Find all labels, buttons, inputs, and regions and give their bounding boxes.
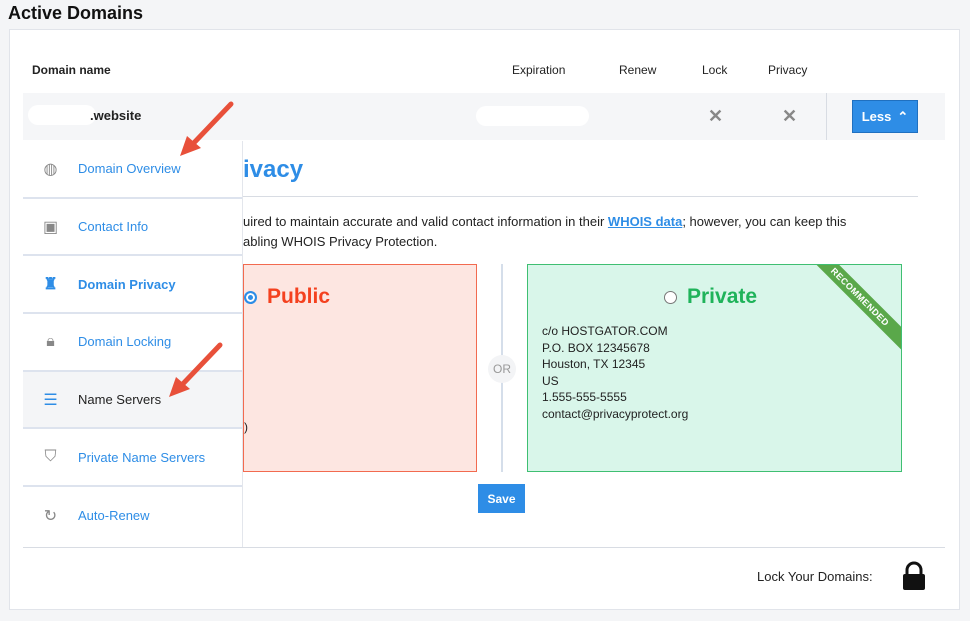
desc-text: uired to maintain accurate and valid con… — [243, 214, 608, 229]
menu-item-domain-privacy[interactable]: ♜ Domain Privacy — [23, 256, 242, 315]
server-icon: ☰ — [43, 391, 58, 409]
shield-icon: ⛉ — [44, 448, 57, 466]
address-line: c/o HOSTGATOR.COM — [542, 324, 668, 338]
menu-label: Name Servers — [78, 392, 162, 408]
divider — [23, 547, 945, 548]
lock-status-x-icon: ✕ — [708, 106, 724, 126]
lock-domains-label: Lock Your Domains: — [757, 569, 873, 584]
header-renew: Renew — [619, 63, 657, 77]
menu-item-contact-info[interactable]: ▣ Contact Info — [23, 199, 242, 257]
page-title: Active Domains — [8, 3, 144, 23]
lock-icon: 🔒︎ — [46, 332, 55, 350]
private-label: Private — [687, 285, 758, 308]
spy-icon: ♜ — [43, 276, 58, 294]
header-domain-name[interactable]: Domain name — [32, 63, 111, 77]
menu-item-private-name-servers[interactable]: ⛉ Private Name Servers — [23, 429, 242, 488]
desc-text: abling WHOIS Privacy Protection. — [243, 234, 438, 249]
private-radio[interactable] — [664, 290, 677, 304]
private-option[interactable]: Private RECOMMENDED c/o HOSTGATOR.COM P.… — [527, 264, 902, 472]
annotation-arrow — [180, 101, 234, 156]
less-button[interactable]: Less ⌃ — [852, 100, 918, 133]
menu-item-auto-renew[interactable]: ↻ Auto-Renew — [23, 487, 242, 545]
refresh-icon: ↻ — [43, 507, 58, 525]
desc-text: ; however, you can keep this — [682, 214, 847, 229]
menu-label: Auto-Renew — [78, 508, 150, 524]
menu-label: Domain Overview — [78, 161, 181, 177]
address-line: P.O. BOX 12345678 — [542, 340, 650, 355]
chevron-up-icon: ⌃ — [897, 108, 909, 124]
save-button[interactable]: Save — [478, 484, 525, 513]
recommended-ribbon: RECOMMENDED — [801, 265, 901, 356]
public-option[interactable]: Public ) — [243, 264, 477, 472]
divider — [826, 93, 827, 140]
menu-label: Contact Info — [78, 219, 149, 235]
header-lock: Lock — [702, 63, 728, 77]
public-radio[interactable] — [244, 290, 257, 304]
menu-label: Domain Privacy — [78, 276, 176, 292]
or-badge: OR — [488, 355, 516, 383]
whois-data-link[interactable]: WHOIS data — [608, 214, 682, 229]
privacy-address: c/o HOSTGATOR.COM P.O. BOX 12345678 Hous… — [542, 323, 688, 422]
section-title: ivacy — [243, 156, 304, 183]
domain-row: .website — [23, 93, 945, 140]
address-line: 1.555-555-5555 — [542, 390, 627, 404]
address-line: contact@privacyprotect.org — [542, 406, 689, 421]
redacted-expiration — [476, 106, 589, 126]
privacy-status-x-icon: ✕ — [782, 106, 798, 126]
header-privacy: Privacy — [768, 63, 808, 77]
menu-label: Domain Locking — [78, 334, 172, 350]
less-label: Less — [861, 109, 892, 124]
privacy-description: uired to maintain accurate and valid con… — [243, 212, 846, 252]
address-line: Houston, TX 12345 — [542, 357, 646, 371]
redacted-domain — [28, 105, 96, 125]
contact-card-icon: ▣ — [42, 218, 59, 236]
public-label: Public — [267, 285, 331, 308]
lock-icon[interactable] — [901, 561, 927, 591]
menu-label: Private Name Servers — [78, 449, 206, 465]
globe-icon: ◍ — [43, 160, 58, 178]
divider — [243, 196, 918, 197]
public-text-fragment: ) — [244, 420, 248, 434]
annotation-arrow — [169, 342, 223, 397]
header-expiration[interactable]: Expiration — [512, 63, 565, 77]
domain-name[interactable]: .website — [90, 108, 141, 123]
address-line: US — [542, 373, 559, 388]
